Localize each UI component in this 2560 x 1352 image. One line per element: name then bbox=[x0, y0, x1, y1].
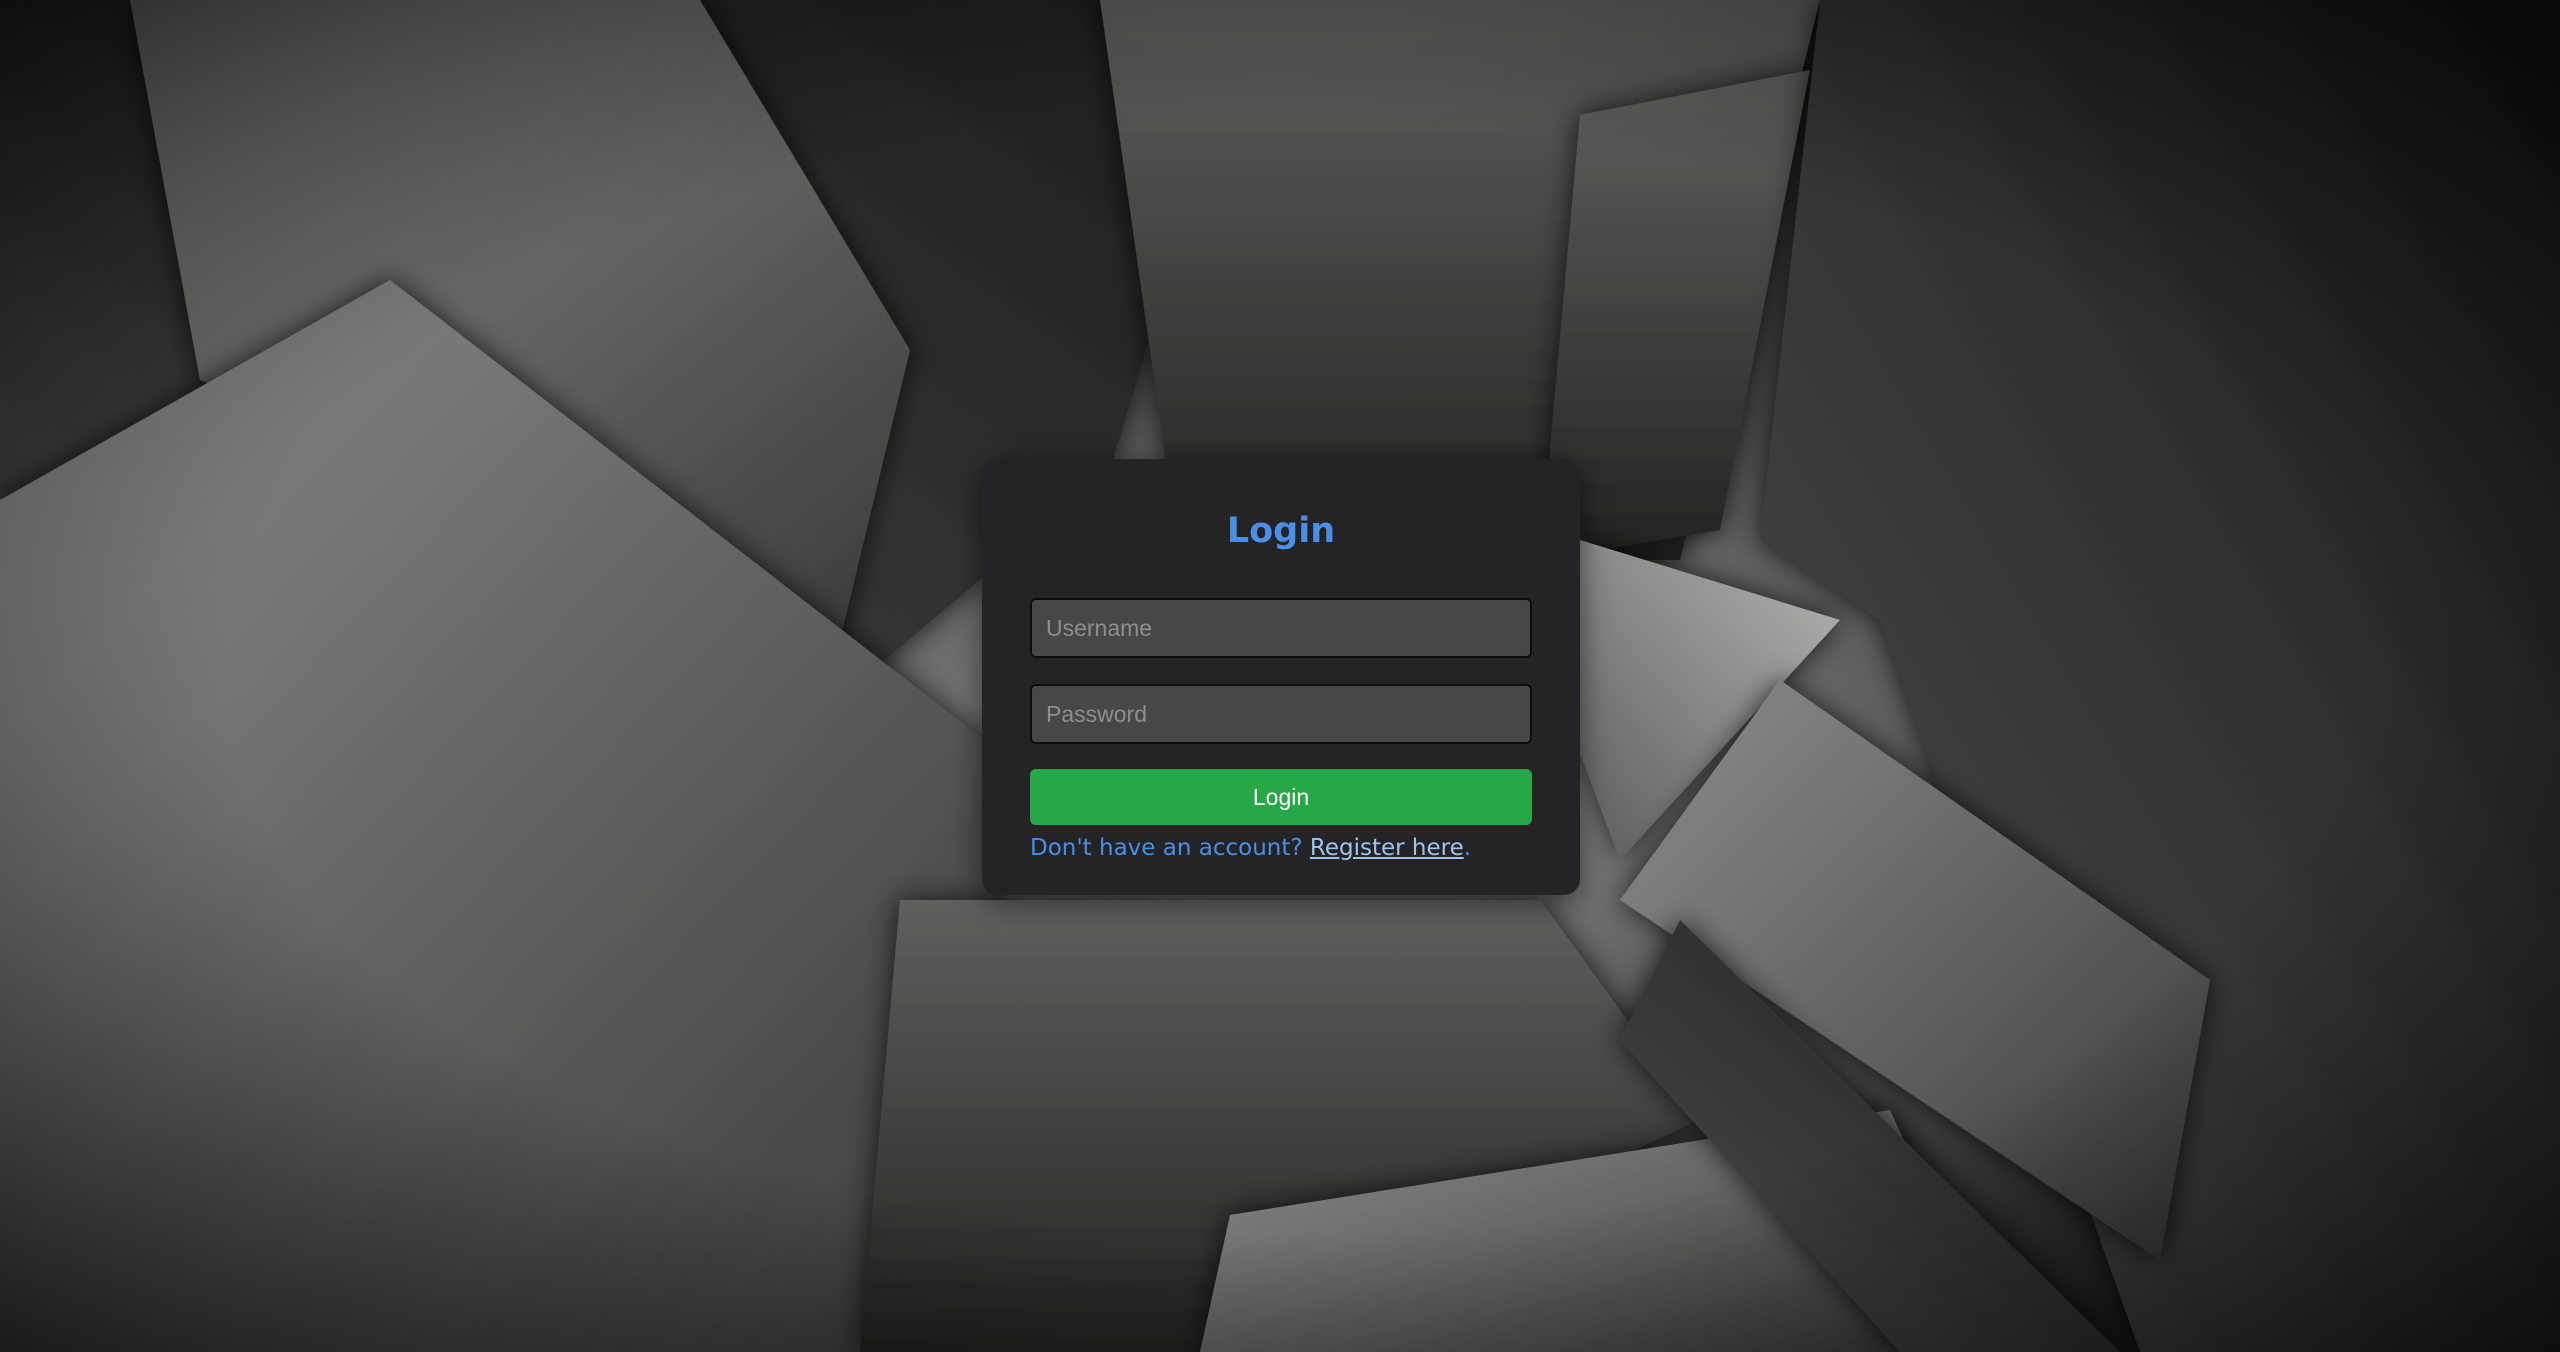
register-prompt: Don't have an account? Register here. bbox=[1030, 835, 1532, 861]
register-link[interactable]: Register here bbox=[1310, 835, 1464, 861]
username-input[interactable] bbox=[1030, 598, 1532, 658]
login-card: Login Login Don't have an account? Regis… bbox=[982, 459, 1580, 895]
register-prompt-text: Don't have an account? bbox=[1030, 835, 1310, 861]
login-button[interactable]: Login bbox=[1030, 769, 1532, 825]
register-suffix: . bbox=[1463, 835, 1472, 861]
login-title: Login bbox=[1226, 511, 1336, 551]
login-page: Login Login Don't have an account? Regis… bbox=[0, 0, 2560, 1352]
password-input[interactable] bbox=[1030, 684, 1532, 744]
